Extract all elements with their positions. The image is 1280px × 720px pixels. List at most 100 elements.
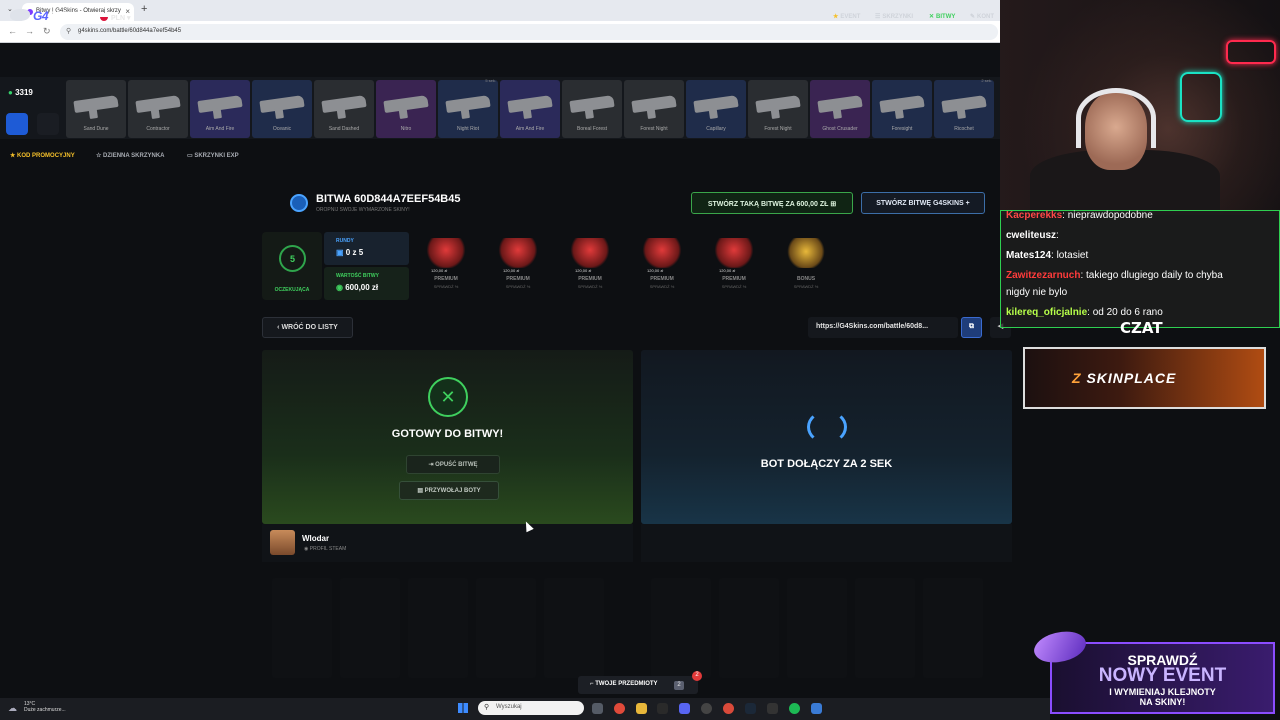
sponsor-z-icon: Z xyxy=(1072,370,1087,386)
avatar[interactable] xyxy=(270,530,295,555)
weapon-icon xyxy=(321,94,367,114)
case-card[interactable]: 120,00 zł PREMIUM SPRAWDŹ % xyxy=(485,232,551,300)
daily-case-label: DZIENNA SKRZYNKA xyxy=(103,153,165,159)
skin-drop[interactable]: Contractor xyxy=(128,80,188,138)
skin-drop[interactable]: Forest Night xyxy=(624,80,684,138)
back-icon[interactable]: ← xyxy=(8,26,17,36)
value-amount-text: 600,00 zł xyxy=(345,283,379,292)
nav-event[interactable]: ★ EVENT xyxy=(833,13,860,20)
case-card[interactable]: 120,00 zł PREMIUM SPRAWDŹ % xyxy=(629,232,695,300)
app3-icon[interactable] xyxy=(811,703,822,714)
call-bots-button[interactable]: ▤ PRZYWOŁAJ BOTY xyxy=(399,481,499,500)
chat-text: : takiego dlugiego daily to chyba xyxy=(1080,270,1223,281)
skin-drop[interactable]: Sand Dashed xyxy=(314,80,374,138)
spotify-icon[interactable] xyxy=(789,703,800,714)
nav-cases[interactable]: ☰ SKRZYNKI xyxy=(875,13,913,20)
cloud-icon[interactable]: ☁ xyxy=(8,703,17,714)
site-info-icon[interactable]: ⚲ xyxy=(66,27,71,35)
logo-prefix: G4 xyxy=(33,9,49,23)
create-g4-battle-button[interactable]: STWÓRZ BITWĘ G4SKINS + xyxy=(861,192,985,214)
case-odds-link[interactable]: SPRAWDŹ % xyxy=(629,284,695,289)
skin-drop[interactable]: Nitro xyxy=(376,80,436,138)
skin-drop[interactable]: Ricochet 2 sek. xyxy=(934,78,994,138)
player-name[interactable]: Wlodar xyxy=(302,534,329,543)
steam-taskbar-icon[interactable] xyxy=(745,703,756,714)
task-view-icon[interactable] xyxy=(592,703,603,714)
case-card[interactable]: BONUS SPRAWDŹ % xyxy=(773,232,839,300)
promo-code-link[interactable]: ★ KOD PROMOCYJNY xyxy=(10,152,75,159)
skin-age: 2 sek. xyxy=(981,78,992,83)
case-icon xyxy=(713,238,755,268)
skin-drop[interactable]: Forest Night xyxy=(748,80,808,138)
create-g4-label: STWÓRZ BITWĘ G4SKINS xyxy=(876,200,964,207)
nav-battles[interactable]: ✕ BITWY xyxy=(929,13,955,20)
share-url-field[interactable]: https://G4Skins.com/battle/60d8... xyxy=(808,317,958,338)
currency-selector[interactable]: PLN ▾ xyxy=(100,13,130,22)
case-card[interactable]: 120,00 zł PREMIUM SPRAWDŹ % xyxy=(413,232,479,300)
skin-drop[interactable]: Capillary xyxy=(686,80,746,138)
skin-drop[interactable]: Foresight xyxy=(872,80,932,138)
case-odds-link[interactable]: SPRAWDŹ % xyxy=(701,284,767,289)
skin-drop[interactable]: Aim And Fire xyxy=(190,80,250,138)
skin-drop[interactable]: Night Riot 5 sek. xyxy=(438,78,498,138)
leave-battle-button[interactable]: ⇥ OPUŚĆ BITWĘ xyxy=(406,455,500,474)
folder-icon[interactable] xyxy=(636,703,647,714)
chrome-active-icon[interactable] xyxy=(723,703,734,714)
case-card[interactable]: 120,00 zł PREMIUM SPRAWDŹ % xyxy=(701,232,767,300)
case-card[interactable]: 120,00 zł PREMIUM SPRAWDŹ % xyxy=(557,232,623,300)
new-tab-button[interactable]: + xyxy=(141,3,147,15)
case-odds-link[interactable]: SPRAWDŹ % xyxy=(557,284,623,289)
create-same-battle-button[interactable]: STWÓRZ TAKĄ BITWĘ ZA 600,00 ZŁ ⊞ xyxy=(691,192,853,214)
skin-name: Sand Dashed xyxy=(328,126,360,132)
skin-drop[interactable]: Ghost Crusader xyxy=(810,80,870,138)
exp-cases-label: SKRZYNKI EXP xyxy=(194,153,239,159)
crown-icon[interactable] xyxy=(37,113,59,135)
obs-icon[interactable] xyxy=(701,703,712,714)
skin-drop[interactable]: Oceanic xyxy=(252,80,312,138)
app-icon[interactable] xyxy=(657,703,668,714)
chat-text: : lotasiet xyxy=(1051,250,1089,261)
leave-label: OPUŚĆ BITWĘ xyxy=(435,462,478,468)
search-icon: ⚲ xyxy=(484,704,490,711)
skin-drop[interactable]: Boreal Forest xyxy=(562,80,622,138)
discord-icon[interactable] xyxy=(679,703,690,714)
promo-line-3: I WYMIENIAJ KLEJNOTY xyxy=(1109,687,1216,697)
skin-drop[interactable]: Sand Dune xyxy=(66,80,126,138)
weapon-icon xyxy=(197,94,243,114)
skin-drop[interactable]: Aim And Fire xyxy=(500,80,560,138)
drop-slot xyxy=(272,578,332,678)
url-field[interactable]: ⚲ g4skins.com/battle/60d844a7eef54b45 xyxy=(60,24,998,40)
chat-text: : nieprawdopodobne xyxy=(1062,210,1153,221)
forward-icon[interactable]: → xyxy=(25,26,34,36)
nav-cases-label: SKRZYNKI xyxy=(882,14,914,20)
create-same-label: STWÓRZ TAKĄ BITWĘ ZA 600,00 ZŁ xyxy=(707,201,829,208)
app2-icon[interactable] xyxy=(767,703,778,714)
case-odds-link[interactable]: SPRAWDŹ % xyxy=(485,284,551,289)
battle-title: BITWA 60D844A7EEF54B45 xyxy=(316,193,461,205)
steam-icon: ◉ xyxy=(304,546,309,552)
windows-start-icon[interactable] xyxy=(458,703,468,713)
promo-line-2: NOWY EVENT xyxy=(1098,665,1227,686)
copy-icon[interactable]: ⧉ xyxy=(961,317,982,338)
site-logo[interactable]: G4SKINS xyxy=(10,9,83,23)
weapon-icon xyxy=(383,94,429,114)
reload-icon[interactable]: ↻ xyxy=(43,26,51,37)
currency-label: PLN xyxy=(111,15,125,22)
exp-cases-link[interactable]: ▭ SKRZYNKI EXP xyxy=(187,152,239,159)
weapon-icon xyxy=(73,94,119,114)
case-odds-link[interactable]: SPRAWDŹ % xyxy=(773,284,839,289)
case-odds-link[interactable]: SPRAWDŹ % xyxy=(413,284,479,289)
bot-icon: ▤ xyxy=(417,488,423,494)
steam-profile-link[interactable]: ◉ PROFIL STEAM xyxy=(304,546,346,552)
grid-view-icon[interactable] xyxy=(6,113,28,135)
nav-account[interactable]: ✎ KONT xyxy=(970,13,994,20)
daily-case-link[interactable]: ☆ DZIENNA SKRZYNKA xyxy=(96,152,165,159)
chat-text: : od 20 do 6 rano xyxy=(1087,307,1163,318)
skin-name: Aim And Fire xyxy=(205,126,235,132)
taskbar-search[interactable]: ⚲ Wyszukaj xyxy=(478,701,584,715)
back-to-list-button[interactable]: ‹ WRÓĆ DO LISTY xyxy=(262,317,353,338)
weather-widget[interactable]: 13°C Duże zachmurze... xyxy=(24,701,66,713)
coin-icon: ● xyxy=(8,88,13,97)
chrome-icon[interactable] xyxy=(614,703,625,714)
chat-message: Zawitzezarnuch: takiego dlugiego daily t… xyxy=(1006,270,1223,281)
